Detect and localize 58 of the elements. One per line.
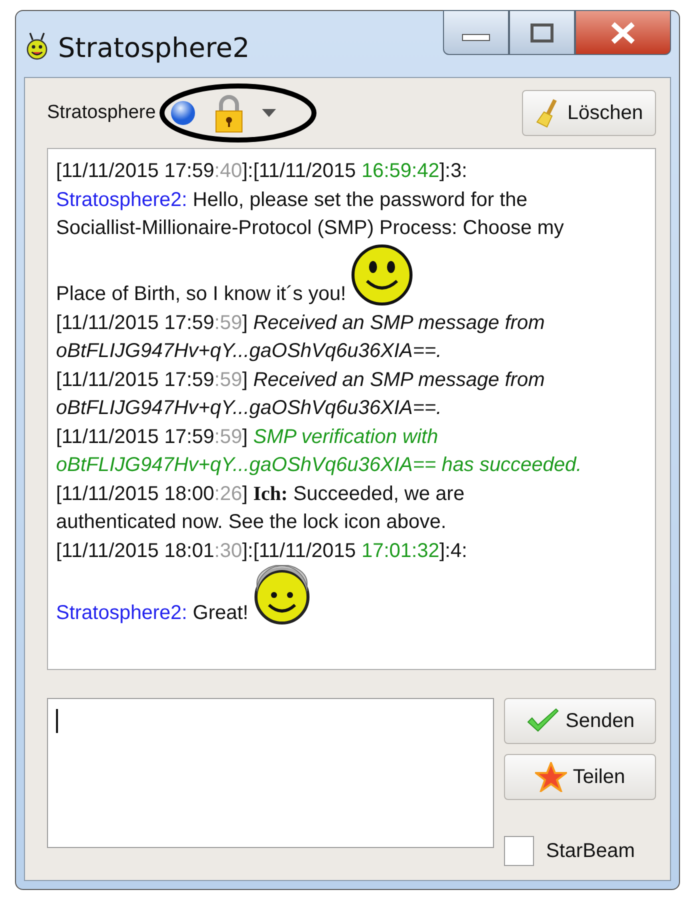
star-icon (534, 762, 567, 792)
message-text: ]:4: (439, 538, 468, 564)
status-text: Received an SMP message from (253, 368, 545, 392)
message-text: authenticated now. See the lock icon above. (56, 510, 446, 535)
message-text: [11/11/2015 18:00 (56, 482, 214, 506)
timestamp-text: 17:01:32 (361, 538, 440, 564)
checkmark-icon (526, 708, 560, 734)
success-text: SMP verification with (253, 424, 438, 450)
share-button[interactable]: Teilen (504, 754, 656, 800)
starbeam-label: StarBeam (546, 840, 635, 862)
message-text: ] (242, 368, 249, 392)
seconds-text: :40 (214, 159, 242, 184)
smiley-icon (350, 242, 414, 306)
maximize-icon (530, 22, 554, 42)
globe-icon (170, 100, 196, 126)
minimize-icon (462, 34, 490, 41)
message-text: [11/11/2015 17:59 (56, 310, 214, 336)
sender-name: Ich: (253, 482, 288, 506)
status-text: oBtFLIJG947Hv+qY...gaOShVq6u36XIA==. (56, 396, 442, 421)
seconds-text: :26 (214, 482, 242, 506)
message-text: [11/11/2015 17:59 (56, 424, 214, 450)
message-text: Hello, please set the password for the (192, 188, 528, 212)
message-text: ] (242, 310, 249, 336)
status-text: oBtFLIJG947Hv+qY...gaOShVq6u36XIA==. (56, 339, 442, 364)
minimize-button[interactable] (443, 10, 509, 55)
message-text: [11/11/2015 18:01 (56, 538, 214, 564)
message-text: ]:3: (439, 159, 468, 184)
message-text: ]:[11/11/2015 (242, 538, 357, 564)
message-text: ]:[11/11/2015 (242, 159, 357, 184)
close-button[interactable] (575, 10, 671, 55)
message-text: ] (242, 424, 249, 450)
send-button[interactable]: Senden (504, 698, 656, 744)
maximize-button[interactable] (509, 10, 575, 55)
message-text: [11/11/2015 17:59 (56, 159, 214, 184)
message-text: Place of Birth, so I know it´s you! (56, 282, 346, 307)
timestamp-text: 16:59:42 (361, 159, 440, 184)
message-text: Sociallist-Millionaire-Protocol (SMP) Process: Choose my (56, 216, 564, 241)
starbeam-checkbox[interactable] (504, 836, 534, 866)
lock-icon[interactable] (214, 95, 244, 133)
clear-button[interactable]: Löschen (522, 90, 656, 136)
dropdown-arrow-icon[interactable] (262, 109, 276, 117)
message-input[interactable] (47, 698, 494, 848)
message-text: ] (242, 482, 249, 506)
seconds-text: :59 (214, 310, 242, 336)
sender-name: Stratosphere2: (56, 600, 188, 626)
message-text: Great! (192, 600, 248, 626)
status-text: Received an SMP message from (253, 310, 545, 336)
seconds-text: :59 (214, 368, 242, 392)
success-text: oBtFLIJG947Hv+qY...gaOShVq6u36XIA== has succeeded. (56, 453, 582, 478)
seconds-text: :30 (214, 538, 242, 564)
window-title: Stratosphere2 (58, 33, 250, 64)
seconds-text: :59 (214, 424, 242, 450)
bug-face-icon (24, 31, 50, 61)
message-text: Succeeded, we are (292, 482, 464, 506)
sender-name: Stratosphere2: (56, 188, 188, 212)
message-text: [11/11/2015 17:59 (56, 368, 214, 392)
contact-label: Stratosphere (47, 102, 156, 124)
helmet-smiley-icon (252, 565, 312, 625)
